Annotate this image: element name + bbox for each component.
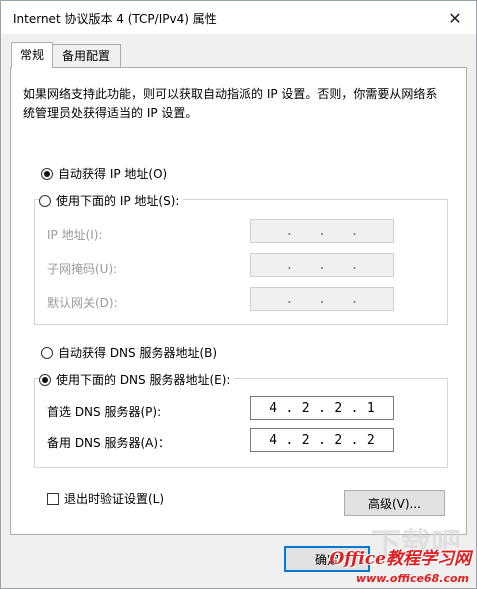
watermark-url: www.office68.com [355,572,469,585]
validate-settings-checkbox[interactable]: 退出时验证设置(L) [47,490,164,507]
tab-alternate-config[interactable]: 备用配置 [51,44,121,67]
radio-auto-dns-indicator[interactable] [41,346,53,359]
radio-manual-ip[interactable]: 使用下面的 IP 地址(S): [39,192,184,209]
window-title: Internet 协议版本 4 (TCP/IPv4) 属性 [13,12,217,26]
ip-address-input: . . . [250,219,394,243]
alternate-dns-input[interactable]: 4. 2. 2. 2 [250,428,394,452]
advanced-button[interactable]: 高级(V)... [344,490,445,516]
subnet-mask-label: 子网掩码(U): [47,262,118,276]
radio-manual-dns[interactable]: 使用下面的 DNS 服务器地址(E): [39,371,235,388]
radio-manual-ip-label: 使用下面的 IP 地址(S): [56,194,180,208]
tab-general[interactable]: 常规 [11,42,53,68]
dns-groupbox [34,378,448,468]
dialog-window: Internet 协议版本 4 (TCP/IPv4) 属性 ✕ 常规 备用配置 … [0,0,477,589]
watermark: 下载吧 Office教程学习网 www.office68.com [325,527,475,589]
radio-auto-ip-label: 自动获得 IP 地址(O) [58,167,168,181]
radio-auto-ip-indicator[interactable] [41,167,53,180]
radio-manual-dns-label: 使用下面的 DNS 服务器地址(E): [56,373,231,387]
default-gateway-input: . . . [250,287,394,311]
radio-auto-dns[interactable]: 自动获得 DNS 服务器地址(B) [41,344,217,361]
validate-settings-box[interactable] [47,492,59,505]
alternate-dns-label: 备用 DNS 服务器(A)： [47,436,171,450]
radio-manual-dns-indicator[interactable] [39,373,51,386]
radio-auto-dns-label: 自动获得 DNS 服务器地址(B) [58,346,218,360]
title-bar: Internet 协议版本 4 (TCP/IPv4) 属性 ✕ [1,1,476,34]
description-text: 如果网络支持此功能，则可以获取自动指派的 IP 设置。否则，你需要从网络系统管理… [23,87,438,120]
ip-address-label: IP 地址(I): [47,228,103,242]
watermark-title: Office教程学习网 [329,549,472,569]
validate-settings-label: 退出时验证设置(L) [64,492,165,506]
close-icon[interactable]: ✕ [444,7,466,29]
preferred-dns-label: 首选 DNS 服务器(P): [47,405,162,419]
preferred-dns-input[interactable]: 4. 2. 2. 1 [250,396,394,420]
default-gateway-label: 默认网关(D): [47,296,118,310]
radio-manual-ip-indicator[interactable] [39,194,51,207]
subnet-mask-input: . . . [250,253,394,277]
radio-auto-ip[interactable]: 自动获得 IP 地址(O) [41,165,167,182]
